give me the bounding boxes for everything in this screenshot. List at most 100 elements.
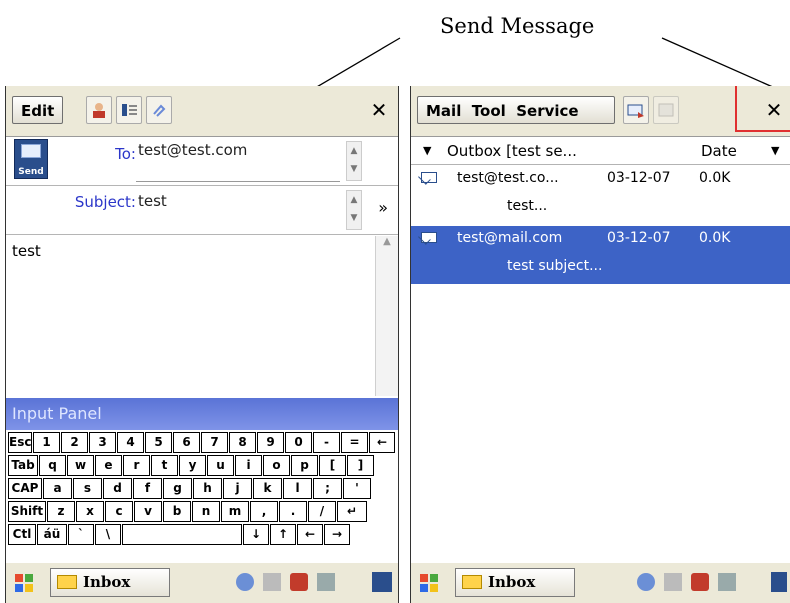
- start-icon[interactable]: [419, 573, 439, 593]
- volume-icon[interactable]: [263, 572, 282, 591]
- key-key[interactable]: =: [341, 432, 368, 453]
- key-key[interactable]: Ctl: [8, 524, 36, 545]
- key-key[interactable]: CAP: [8, 478, 42, 499]
- key-key[interactable]: \: [95, 524, 121, 545]
- key-key[interactable]: 2: [61, 432, 88, 453]
- inbox-taskbar-button[interactable]: Inbox: [50, 568, 170, 597]
- key-key[interactable]: c: [105, 501, 133, 522]
- key-key[interactable]: .: [279, 501, 307, 522]
- keyboard-icon[interactable]: [718, 572, 737, 591]
- key-key[interactable]: k: [253, 478, 282, 499]
- network-icon[interactable]: [236, 572, 254, 591]
- key-key[interactable]: e: [95, 455, 122, 476]
- sort-dropdown-icon[interactable]: ▼: [771, 138, 779, 164]
- message-list-item-selected[interactable]: test@mail.com 03-12-07 0.0K test subject…: [411, 226, 790, 284]
- key-key[interactable]: j: [223, 478, 252, 499]
- close-icon[interactable]: ✕: [366, 96, 392, 124]
- key-key[interactable]: b: [163, 501, 191, 522]
- key-key[interactable]: n: [192, 501, 220, 522]
- key-key[interactable]: x: [76, 501, 104, 522]
- to-field-scroll[interactable]: ▲ ▼: [346, 141, 362, 181]
- desktop-switch-icon[interactable]: [771, 572, 787, 592]
- key-key[interactable]: ': [343, 478, 371, 499]
- key-space[interactable]: [122, 524, 242, 545]
- key-key[interactable]: ↵: [337, 501, 367, 522]
- key-key[interactable]: m: [221, 501, 249, 522]
- keyboard-icon[interactable]: [317, 572, 336, 591]
- key-key[interactable]: 8: [229, 432, 256, 453]
- subject-field-scroll[interactable]: ▲ ▼: [346, 190, 362, 230]
- sort-column-label[interactable]: Date: [701, 138, 737, 164]
- key-key[interactable]: 3: [89, 432, 116, 453]
- key-key[interactable]: 7: [201, 432, 228, 453]
- close-send-icon[interactable]: ✕: [761, 96, 787, 124]
- key-key[interactable]: z: [47, 501, 75, 522]
- key-key[interactable]: u: [207, 455, 234, 476]
- key-key[interactable]: a: [43, 478, 72, 499]
- key-key[interactable]: 9: [257, 432, 284, 453]
- key-key[interactable]: q: [39, 455, 66, 476]
- key-key[interactable]: 1: [33, 432, 60, 453]
- to-field[interactable]: test@test.com: [138, 141, 247, 159]
- key-key[interactable]: i: [235, 455, 262, 476]
- key-key[interactable]: ]: [347, 455, 374, 476]
- folder-dropdown-icon[interactable]: ▼: [423, 138, 431, 164]
- disabled-tool-icon: [653, 96, 679, 124]
- to-row: Send To: test@test.com ▲ ▼: [6, 137, 398, 186]
- key-key[interactable]: g: [163, 478, 192, 499]
- key-key[interactable]: r: [123, 455, 150, 476]
- key-key[interactable]: Shift: [8, 501, 46, 522]
- key-key[interactable]: y: [179, 455, 206, 476]
- key-key[interactable]: h: [193, 478, 222, 499]
- body-scrollbar[interactable]: ▲: [375, 236, 398, 396]
- key-key[interactable]: o: [263, 455, 290, 476]
- key-key[interactable]: [: [319, 455, 346, 476]
- key-key[interactable]: /: [308, 501, 336, 522]
- message-list-item[interactable]: test@test.co... 03-12-07 0.0K test...: [411, 166, 790, 224]
- edit-menu-button[interactable]: Edit: [12, 96, 64, 124]
- expand-header-icon[interactable]: »: [378, 198, 388, 217]
- subject-field[interactable]: test: [138, 192, 167, 210]
- key-key[interactable]: áü: [37, 524, 67, 545]
- send-button[interactable]: Send: [14, 139, 48, 179]
- send-receive-icon[interactable]: [623, 96, 649, 124]
- key-key[interactable]: 5: [145, 432, 172, 453]
- key-key[interactable]: f: [133, 478, 162, 499]
- attachment-icon[interactable]: [146, 96, 172, 124]
- key-key[interactable]: `: [68, 524, 94, 545]
- network-icon[interactable]: [637, 572, 655, 591]
- check-names-icon[interactable]: [116, 96, 142, 124]
- key-key[interactable]: ↓: [243, 524, 269, 545]
- key-key[interactable]: ;: [313, 478, 342, 499]
- key-key[interactable]: t: [151, 455, 178, 476]
- key-key[interactable]: s: [73, 478, 102, 499]
- address-book-icon[interactable]: [86, 96, 112, 124]
- key-key[interactable]: 0: [285, 432, 312, 453]
- key-key[interactable]: -: [313, 432, 340, 453]
- key-key[interactable]: l: [283, 478, 312, 499]
- message-body[interactable]: test ▲: [6, 236, 398, 396]
- key-key[interactable]: d: [103, 478, 132, 499]
- connection-icon[interactable]: [691, 572, 710, 591]
- key-key[interactable]: ←: [297, 524, 323, 545]
- tool-menu[interactable]: Tool: [472, 102, 506, 120]
- key-key[interactable]: →: [324, 524, 350, 545]
- key-key[interactable]: Esc: [8, 432, 32, 453]
- folder-label[interactable]: Outbox [test se...: [447, 138, 577, 164]
- service-menu[interactable]: Service: [516, 102, 578, 120]
- inbox-taskbar-button[interactable]: Inbox: [455, 568, 575, 597]
- key-key[interactable]: ,: [250, 501, 278, 522]
- key-key[interactable]: ↑: [270, 524, 296, 545]
- key-key[interactable]: v: [134, 501, 162, 522]
- key-key[interactable]: p: [291, 455, 318, 476]
- key-key[interactable]: 6: [173, 432, 200, 453]
- start-icon[interactable]: [14, 573, 34, 593]
- key-key[interactable]: ←: [369, 432, 395, 453]
- key-key[interactable]: w: [67, 455, 94, 476]
- connection-icon[interactable]: [290, 572, 309, 591]
- volume-icon[interactable]: [664, 572, 683, 591]
- key-key[interactable]: 4: [117, 432, 144, 453]
- desktop-switch-icon[interactable]: [372, 572, 392, 592]
- key-key[interactable]: Tab: [8, 455, 38, 476]
- mail-menu[interactable]: Mail: [426, 102, 461, 120]
